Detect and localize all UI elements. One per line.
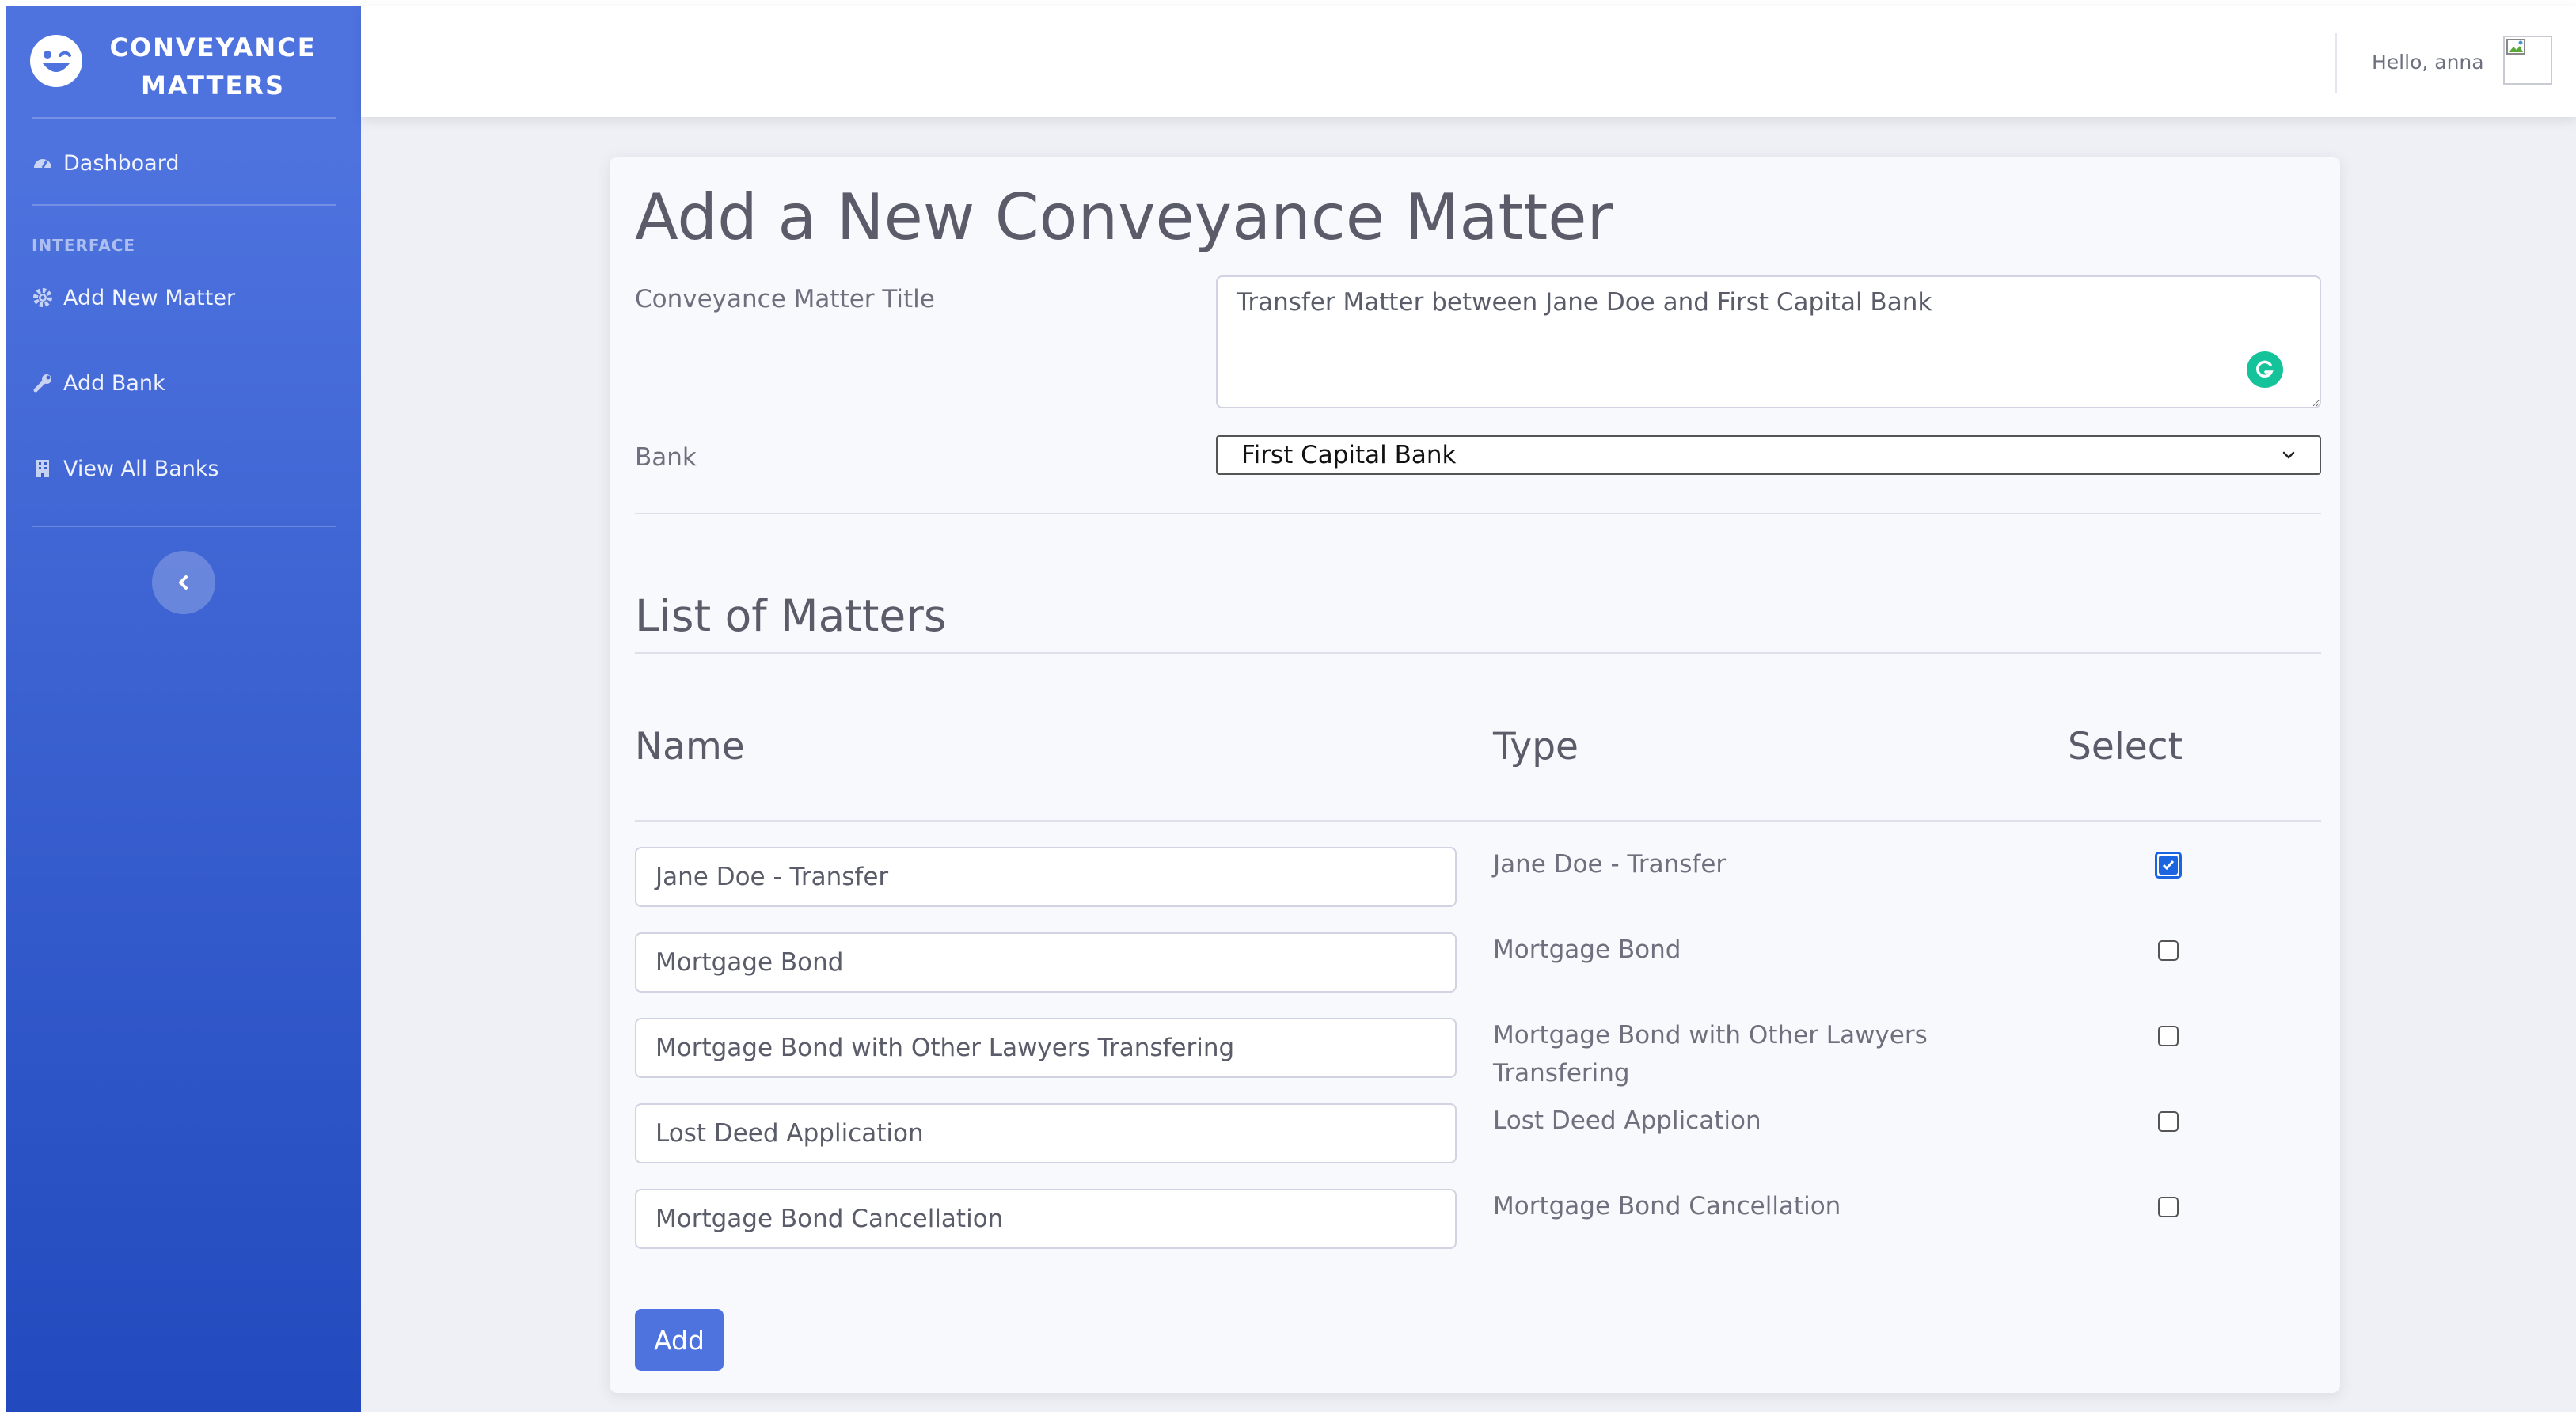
matter-name-input[interactable]: Mortgage Bond Cancellation [635,1189,1457,1249]
matter-select-checkbox[interactable] [2158,1197,2179,1217]
matter-name-input[interactable]: Lost Deed Application [635,1103,1457,1163]
title-label: Conveyance Matter Title [635,285,935,313]
tachometer-icon [32,152,54,174]
sidebar-divider [32,526,336,527]
sidebar-item-label: Add Bank [63,370,165,396]
sidebar-item-add-bank[interactable]: Add Bank [32,359,348,407]
table-header-divider [635,820,2321,822]
bank-selected-value: First Capital Bank [1241,441,1457,469]
add-matter-card: Add a New Conveyance Matter Conveyance M… [610,157,2340,1393]
bank-select[interactable]: First Capital Bank [1216,435,2321,475]
wrench-icon [32,372,54,394]
sidebar-item-dashboard[interactable]: Dashboard [32,139,348,187]
matters-section-title: List of Matters [635,590,947,641]
chevron-left-icon [179,575,188,590]
matter-type: Jane Doe - Transfer [1493,850,1727,879]
matter-type: Lost Deed Application [1493,1106,1761,1135]
column-header-name: Name [635,725,745,769]
sidebar-divider [32,204,336,206]
user-greeting[interactable]: Hello, anna [2372,51,2484,74]
sidebar-item-label: Add New Matter [63,285,236,310]
laugh-wink-icon [30,35,82,87]
brand-line-1: CONVEYANCE [109,32,317,63]
matter-select-checkbox[interactable] [2158,1111,2179,1132]
brand-link[interactable]: CONVEYANCE MATTERS [6,6,361,117]
cog-icon [32,287,54,309]
sidebar-item-view-all-banks[interactable]: View All Banks [32,445,348,492]
sidebar: CONVEYANCE MATTERS Dashboard INTERFACE A… [6,6,361,1412]
chevron-down-icon [2282,451,2295,459]
sidebar-toggle-button[interactable] [152,551,215,614]
matter-select-checkbox[interactable] [2158,1026,2179,1046]
sidebar-item-add-new-matter[interactable]: Add New Matter [32,274,348,321]
building-icon [32,457,54,480]
page-title: Add a New Conveyance Matter [635,180,1613,254]
brand-line-2: MATTERS [140,70,286,101]
matter-name-input[interactable]: Jane Doe - Transfer [635,847,1457,907]
grammarly-icon[interactable] [2247,351,2283,388]
matter-type: Mortgage Bond Cancellation [1493,1192,1841,1220]
matter-name-input[interactable]: Mortgage Bond with Other Lawyers Transfe… [635,1018,1457,1078]
column-header-select: Select [2068,725,2183,769]
form-divider [635,513,2321,514]
sidebar-heading: INTERFACE [32,236,136,255]
sidebar-item-label: View All Banks [63,456,219,481]
app-shell: CONVEYANCE MATTERS Dashboard INTERFACE A… [6,6,2576,1412]
brand-name: CONVEYANCE MATTERS [98,28,328,104]
section-divider [635,652,2321,654]
topbar: Hello, anna [361,6,2576,117]
avatar[interactable] [2503,36,2552,85]
matter-type: Mortgage Bond [1493,936,1681,964]
broken-image-icon [2506,39,2525,55]
matter-title-textarea[interactable]: Transfer Matter between Jane Doe and Fir… [1216,275,2321,408]
topbar-divider [2335,33,2337,93]
sidebar-item-label: Dashboard [63,150,180,176]
add-button[interactable]: Add [635,1309,724,1371]
bank-label: Bank [635,443,697,472]
column-header-type: Type [1493,725,1579,769]
matter-select-checkbox[interactable] [2155,852,2182,879]
matter-select-checkbox[interactable] [2158,940,2179,961]
matter-type: Mortgage Bond with Other Lawyers Transfe… [1493,1021,1928,1087]
matter-name-input[interactable]: Mortgage Bond [635,932,1457,993]
sidebar-divider [32,117,336,119]
